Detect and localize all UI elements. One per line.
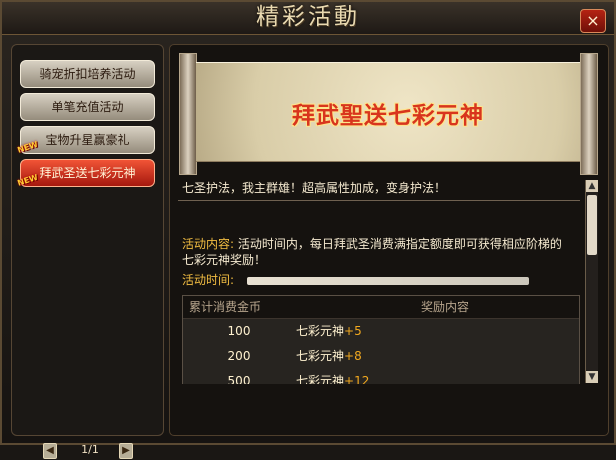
activity-text: 活动时间内，每日拜武圣消费满指定额度即可获得相应阶梯的七彩元神奖励！ <box>182 237 562 267</box>
activity-banner: 拜武聖送七彩元神 <box>179 53 598 175</box>
banner-title: 拜武聖送七彩元神 <box>292 103 484 129</box>
activity-list: 骑宠折扣培养活动 单笔充值活动 NEW 宝物升星赢豪礼 NEW 拜武圣送七彩元神… <box>11 44 164 459</box>
scroll-down-icon[interactable]: ▼ <box>586 371 598 383</box>
reward-table: 累计消费金币 奖励内容 100 七彩元神+5 200 七彩元神+8 500 七彩… <box>182 295 580 384</box>
reward-cell: 七彩元神+12 <box>296 374 370 384</box>
activity-window: 精彩活動 × 骑宠折扣培养活动 单笔充值活动 NEW 宝物升星赢豪礼 NEW 拜… <box>0 0 616 459</box>
scroll-up-icon[interactable]: ▲ <box>586 180 598 192</box>
new-badge: NEW <box>16 172 40 188</box>
scroll-thumb[interactable] <box>587 195 597 255</box>
table-row: 100 七彩元神+5 <box>183 319 579 344</box>
time-label: 活动时间: <box>182 273 235 287</box>
redacted-time-range <box>246 276 529 285</box>
sidebar-item-label: 拜武圣送七彩元神 <box>39 166 136 180</box>
activity-content: 七圣护法，我主群雄！超高属性加成，变身护法！ 活动内容: 活动时间内，每日拜武圣… <box>178 176 580 384</box>
content-divider <box>178 200 580 201</box>
content-scrollbar[interactable]: ▲ ▼ <box>585 180 598 383</box>
sidebar-item-pet-discount[interactable]: 骑宠折扣培养活动 <box>20 60 155 88</box>
banner-scroll: 拜武聖送七彩元神 <box>196 62 580 162</box>
header-amount: 累计消费金币 <box>189 300 262 314</box>
activity-time: 活动时间: <box>182 271 570 288</box>
window-title: 精彩活動 <box>256 4 360 30</box>
amount-cell: 500 <box>227 374 251 384</box>
table-header: 累计消费金币 奖励内容 <box>183 296 579 319</box>
sidebar-item-seven-color-spirit[interactable]: NEW 拜武圣送七彩元神 <box>16 159 155 188</box>
amount-cell: 100 <box>227 324 251 338</box>
sidebar-item-single-recharge[interactable]: 单笔充值活动 <box>20 93 155 121</box>
table-row: 200 七彩元神+8 <box>183 344 579 369</box>
sidebar-item-treasure-star[interactable]: NEW 宝物升星赢豪礼 <box>16 126 155 155</box>
prev-page-button[interactable]: ◀ <box>43 443 57 459</box>
next-page-button[interactable]: ▶ <box>119 443 133 459</box>
reward-cell: 七彩元神+8 <box>296 349 362 363</box>
reward-cell: 七彩元神+5 <box>296 324 362 338</box>
scroll-rod-left <box>179 53 197 175</box>
close-button[interactable]: × <box>580 9 606 33</box>
header-reward: 奖励内容 <box>421 300 470 314</box>
table-row: 500 七彩元神+12 <box>183 369 579 384</box>
sidebar-item-label: 宝物升星赢豪礼 <box>45 133 130 147</box>
new-badge: NEW <box>16 139 40 155</box>
activity-label: 活动内容: <box>182 237 235 251</box>
amount-cell: 200 <box>227 349 251 363</box>
intro-text: 七圣护法，我主群雄！超高属性加成，变身护法！ <box>182 181 447 195</box>
activity-description: 活动内容: 活动时间内，每日拜武圣消费满指定额度即可获得相应阶梯的七彩元神奖励！ <box>182 236 570 268</box>
scroll-rod-right <box>580 53 598 175</box>
